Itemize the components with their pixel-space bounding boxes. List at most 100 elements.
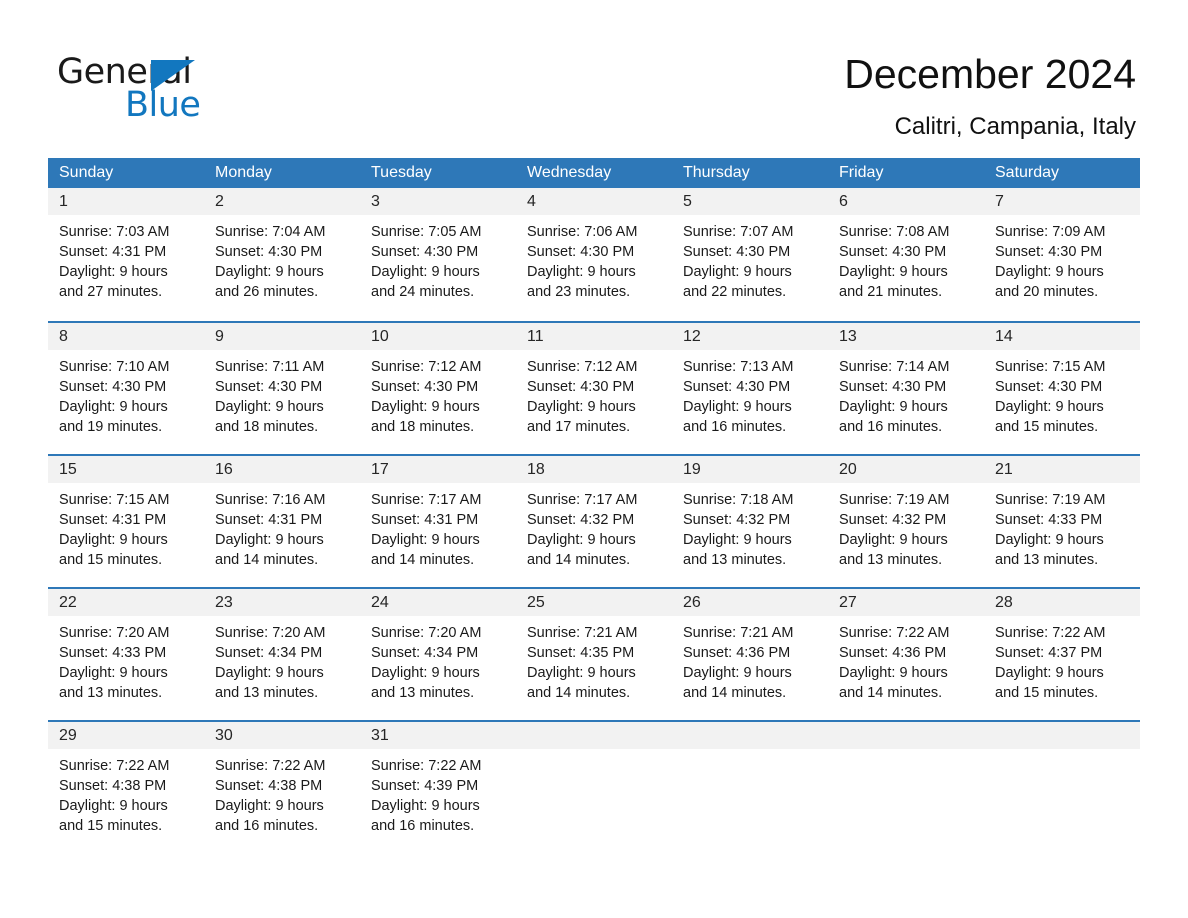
- sunset-text: Sunset: 4:30 PM: [371, 244, 479, 260]
- day-cell[interactable]: 22 Sunrise: 7:20 AM Sunset: 4:33 PM Dayl…: [48, 589, 204, 720]
- day-cell[interactable]: 30 Sunrise: 7:22 AM Sunset: 4:38 PM Dayl…: [204, 722, 360, 838]
- day-details: Sunrise: 7:15 AM Sunset: 4:30 PM Dayligh…: [984, 350, 1140, 437]
- sunset-text: Sunset: 4:30 PM: [683, 244, 791, 260]
- day-cell[interactable]: 5 Sunrise: 7:07 AM Sunset: 4:30 PM Dayli…: [672, 188, 828, 321]
- day-cell[interactable]: 29 Sunrise: 7:22 AM Sunset: 4:38 PM Dayl…: [48, 722, 204, 838]
- sunset-text: Sunset: 4:30 PM: [839, 379, 947, 395]
- day-cell[interactable]: 21 Sunrise: 7:19 AM Sunset: 4:33 PM Dayl…: [984, 456, 1140, 587]
- sunset-text: Sunset: 4:30 PM: [527, 379, 635, 395]
- page-header: General Blue December 2024 Calitri, Camp…: [0, 0, 1188, 155]
- day-cell[interactable]: 14 Sunrise: 7:15 AM Sunset: 4:30 PM Dayl…: [984, 323, 1140, 454]
- day-number: 14: [984, 323, 1140, 350]
- sunset-text: Sunset: 4:30 PM: [683, 379, 791, 395]
- day-cell[interactable]: 31 Sunrise: 7:22 AM Sunset: 4:39 PM Dayl…: [360, 722, 516, 838]
- daylight-text-line1: Daylight: 9 hours: [683, 532, 792, 548]
- day-number: 21: [984, 456, 1140, 483]
- day-cell[interactable]: 6 Sunrise: 7:08 AM Sunset: 4:30 PM Dayli…: [828, 188, 984, 321]
- sunrise-text: Sunrise: 7:15 AM: [995, 359, 1106, 375]
- day-cell[interactable]: 9 Sunrise: 7:11 AM Sunset: 4:30 PM Dayli…: [204, 323, 360, 454]
- daylight-text-line1: Daylight: 9 hours: [839, 264, 948, 280]
- day-cell[interactable]: 4 Sunrise: 7:06 AM Sunset: 4:30 PM Dayli…: [516, 188, 672, 321]
- day-details: Sunrise: 7:14 AM Sunset: 4:30 PM Dayligh…: [828, 350, 984, 437]
- day-number: 29: [48, 722, 204, 749]
- day-cell[interactable]: 27 Sunrise: 7:22 AM Sunset: 4:36 PM Dayl…: [828, 589, 984, 720]
- sunrise-text: Sunrise: 7:17 AM: [527, 492, 638, 508]
- day-cell[interactable]: 1 Sunrise: 7:03 AM Sunset: 4:31 PM Dayli…: [48, 188, 204, 321]
- calendar-week-row: 1 Sunrise: 7:03 AM Sunset: 4:31 PM Dayli…: [48, 188, 1140, 321]
- sunset-text: Sunset: 4:39 PM: [371, 778, 479, 794]
- day-number: 9: [204, 323, 360, 350]
- sunset-text: Sunset: 4:37 PM: [995, 645, 1103, 661]
- day-cell[interactable]: 2 Sunrise: 7:04 AM Sunset: 4:30 PM Dayli…: [204, 188, 360, 321]
- day-details: Sunrise: 7:21 AM Sunset: 4:36 PM Dayligh…: [672, 616, 828, 703]
- day-cell[interactable]: 20 Sunrise: 7:19 AM Sunset: 4:32 PM Dayl…: [828, 456, 984, 587]
- day-number: [516, 722, 672, 749]
- day-details: Sunrise: 7:06 AM Sunset: 4:30 PM Dayligh…: [516, 215, 672, 302]
- day-details: Sunrise: 7:15 AM Sunset: 4:31 PM Dayligh…: [48, 483, 204, 570]
- day-details: Sunrise: 7:17 AM Sunset: 4:32 PM Dayligh…: [516, 483, 672, 570]
- daylight-text-line2: and 17 minutes.: [527, 419, 631, 435]
- sunset-text: Sunset: 4:31 PM: [59, 512, 167, 528]
- day-number: 3: [360, 188, 516, 215]
- day-number: 22: [48, 589, 204, 616]
- daylight-text-line1: Daylight: 9 hours: [683, 665, 792, 681]
- day-cell-empty: [828, 722, 984, 838]
- day-cell[interactable]: 25 Sunrise: 7:21 AM Sunset: 4:35 PM Dayl…: [516, 589, 672, 720]
- day-cell[interactable]: 28 Sunrise: 7:22 AM Sunset: 4:37 PM Dayl…: [984, 589, 1140, 720]
- day-cell[interactable]: 16 Sunrise: 7:16 AM Sunset: 4:31 PM Dayl…: [204, 456, 360, 587]
- daylight-text-line2: and 20 minutes.: [995, 284, 1099, 300]
- sunset-text: Sunset: 4:38 PM: [59, 778, 167, 794]
- sunset-text: Sunset: 4:36 PM: [839, 645, 947, 661]
- day-cell[interactable]: 7 Sunrise: 7:09 AM Sunset: 4:30 PM Dayli…: [984, 188, 1140, 321]
- sunrise-text: Sunrise: 7:12 AM: [371, 359, 482, 375]
- sunset-text: Sunset: 4:38 PM: [215, 778, 323, 794]
- day-cell[interactable]: 12 Sunrise: 7:13 AM Sunset: 4:30 PM Dayl…: [672, 323, 828, 454]
- day-cell[interactable]: 3 Sunrise: 7:05 AM Sunset: 4:30 PM Dayli…: [360, 188, 516, 321]
- daylight-text-line2: and 18 minutes.: [371, 419, 475, 435]
- daylight-text-line1: Daylight: 9 hours: [59, 532, 168, 548]
- daylight-text-line2: and 16 minutes.: [683, 419, 787, 435]
- sunrise-text: Sunrise: 7:15 AM: [59, 492, 170, 508]
- daylight-text-line1: Daylight: 9 hours: [371, 798, 480, 814]
- day-cell[interactable]: 10 Sunrise: 7:12 AM Sunset: 4:30 PM Dayl…: [360, 323, 516, 454]
- daylight-text-line1: Daylight: 9 hours: [995, 264, 1104, 280]
- day-cell[interactable]: 23 Sunrise: 7:20 AM Sunset: 4:34 PM Dayl…: [204, 589, 360, 720]
- sunset-text: Sunset: 4:33 PM: [995, 512, 1103, 528]
- weekday-header-thursday: Thursday: [683, 164, 750, 181]
- sunset-text: Sunset: 4:31 PM: [59, 244, 167, 260]
- day-cell[interactable]: 15 Sunrise: 7:15 AM Sunset: 4:31 PM Dayl…: [48, 456, 204, 587]
- weekday-header-monday: Monday: [215, 164, 272, 181]
- day-details: Sunrise: 7:05 AM Sunset: 4:30 PM Dayligh…: [360, 215, 516, 302]
- daylight-text-line1: Daylight: 9 hours: [995, 399, 1104, 415]
- daylight-text-line2: and 14 minutes.: [683, 685, 787, 701]
- day-cell[interactable]: 24 Sunrise: 7:20 AM Sunset: 4:34 PM Dayl…: [360, 589, 516, 720]
- general-blue-logo[interactable]: General Blue: [57, 52, 257, 125]
- day-details: Sunrise: 7:22 AM Sunset: 4:37 PM Dayligh…: [984, 616, 1140, 703]
- sunset-text: Sunset: 4:30 PM: [59, 379, 167, 395]
- day-number: 17: [360, 456, 516, 483]
- day-cell[interactable]: 18 Sunrise: 7:17 AM Sunset: 4:32 PM Dayl…: [516, 456, 672, 587]
- calendar-week-row: 15 Sunrise: 7:15 AM Sunset: 4:31 PM Dayl…: [48, 454, 1140, 587]
- daylight-text-line2: and 13 minutes.: [839, 552, 943, 568]
- sunrise-text: Sunrise: 7:19 AM: [995, 492, 1106, 508]
- sunrise-text: Sunrise: 7:22 AM: [59, 758, 170, 774]
- day-details: Sunrise: 7:20 AM Sunset: 4:34 PM Dayligh…: [360, 616, 516, 703]
- daylight-text-line1: Daylight: 9 hours: [215, 665, 324, 681]
- day-details: Sunrise: 7:22 AM Sunset: 4:36 PM Dayligh…: [828, 616, 984, 703]
- day-cell[interactable]: 8 Sunrise: 7:10 AM Sunset: 4:30 PM Dayli…: [48, 323, 204, 454]
- day-cell[interactable]: 11 Sunrise: 7:12 AM Sunset: 4:30 PM Dayl…: [516, 323, 672, 454]
- sunrise-text: Sunrise: 7:20 AM: [59, 625, 170, 641]
- day-cell[interactable]: 26 Sunrise: 7:21 AM Sunset: 4:36 PM Dayl…: [672, 589, 828, 720]
- sunrise-text: Sunrise: 7:04 AM: [215, 224, 326, 240]
- daylight-text-line2: and 23 minutes.: [527, 284, 631, 300]
- sunrise-text: Sunrise: 7:18 AM: [683, 492, 794, 508]
- sunset-text: Sunset: 4:32 PM: [527, 512, 635, 528]
- day-cell[interactable]: 19 Sunrise: 7:18 AM Sunset: 4:32 PM Dayl…: [672, 456, 828, 587]
- day-cell[interactable]: 13 Sunrise: 7:14 AM Sunset: 4:30 PM Dayl…: [828, 323, 984, 454]
- daylight-text-line2: and 15 minutes.: [995, 419, 1099, 435]
- day-cell[interactable]: 17 Sunrise: 7:17 AM Sunset: 4:31 PM Dayl…: [360, 456, 516, 587]
- sunrise-text: Sunrise: 7:13 AM: [683, 359, 794, 375]
- weekday-header-saturday: Saturday: [995, 164, 1060, 181]
- day-number: 20: [828, 456, 984, 483]
- day-number: 8: [48, 323, 204, 350]
